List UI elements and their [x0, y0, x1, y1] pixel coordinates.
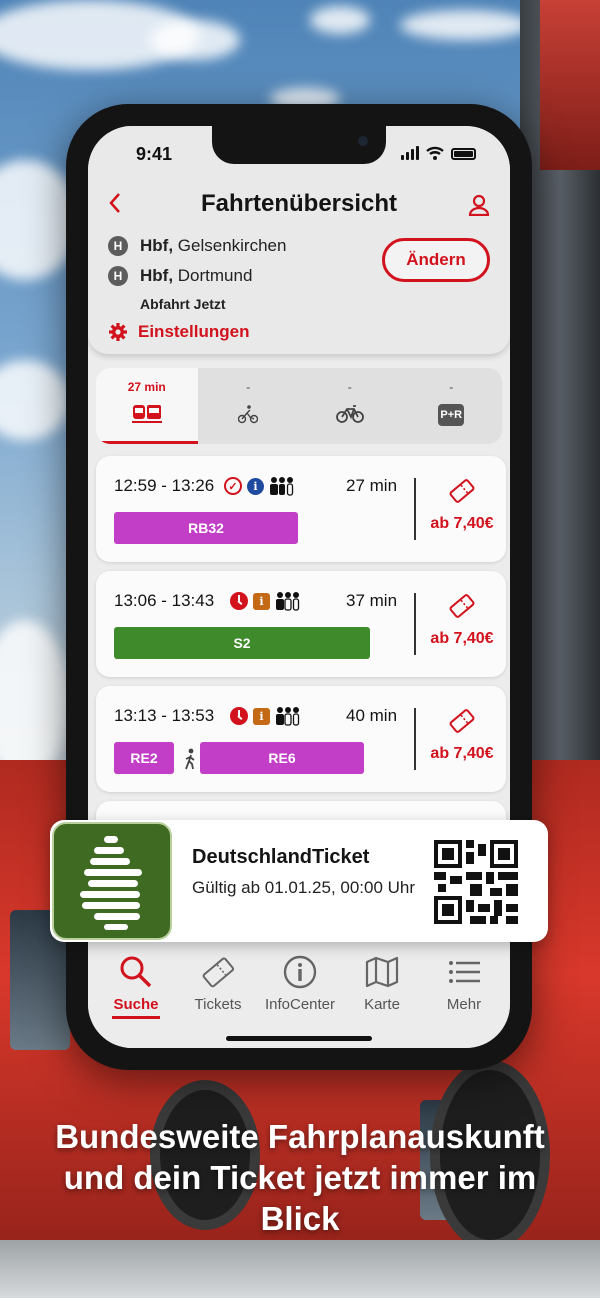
trip-card[interactable]: 13:06 - 13:43 i 37 min S2 ab 7,40€ — [96, 571, 506, 677]
ticket-icon — [449, 709, 475, 733]
trip-time: 13:06 - 13:43 — [114, 591, 215, 610]
cyclist-icon — [238, 405, 259, 424]
line-badge: S2 — [114, 627, 370, 659]
settings-label: Einstellungen — [138, 322, 250, 341]
mode-duration: 27 min — [127, 380, 166, 394]
deutschland-ticket-card[interactable]: DeutschlandTicket Gültig ab 01.01.25, 00… — [50, 820, 548, 942]
trip-card[interactable]: 13:13 - 13:53 i 40 min RE2 RE6 ab 7,40€ — [96, 686, 506, 792]
ticket-icon — [449, 479, 475, 503]
mode-duration: - — [347, 380, 352, 394]
on-time-check-icon: ✓ — [224, 477, 242, 495]
ticket-price-button[interactable]: ab 7,40€ — [418, 593, 506, 648]
divider — [414, 708, 416, 770]
status-icons — [401, 146, 476, 160]
info-icon: i — [253, 592, 270, 610]
trip-duration: 40 min — [346, 706, 398, 725]
user-profile-icon[interactable] — [468, 194, 490, 216]
mode-duration: - — [449, 380, 454, 394]
ticket-name: DeutschlandTicket — [192, 846, 370, 868]
tab-mehr[interactable]: Mehr — [424, 954, 504, 1013]
qr-code-icon — [434, 840, 518, 924]
tab-infocenter[interactable]: InfoCenter — [260, 954, 340, 1013]
mode-duration: - — [246, 380, 251, 394]
train-bus-icon — [131, 405, 162, 423]
status-time: 9:41 — [136, 144, 173, 164]
promo-headline: Bundesweite Fahrplan­auskunft und dein T… — [55, 1118, 545, 1237]
trip-price: ab 7,40€ — [430, 515, 494, 532]
stop-h-icon: H — [108, 236, 128, 256]
ticket-validity: Gültig ab 01.01.25, 00:00 Uhr — [192, 878, 416, 897]
departure-time: Abfahrt Jetzt — [140, 296, 226, 312]
change-button[interactable]: Ändern — [382, 238, 490, 282]
trip-duration: 27 min — [346, 476, 398, 495]
tab-suche[interactable]: Suche — [96, 954, 176, 1019]
map-icon — [365, 956, 399, 988]
trip-status-icons: i — [230, 706, 301, 726]
mode-tab-public-transport[interactable]: 27 min — [96, 368, 198, 444]
gear-icon — [109, 323, 127, 341]
ticket-price-button[interactable]: ab 7,40€ — [418, 708, 506, 763]
tab-label: Karte — [364, 996, 400, 1013]
info-icon: i — [253, 707, 270, 725]
line-badge: RB32 — [114, 512, 298, 544]
line-badge: RE2 — [114, 742, 174, 774]
origin-stop: H Hbf, Gelsenkirchen — [108, 236, 286, 256]
tab-label: Tickets — [194, 996, 242, 1013]
wifi-icon — [426, 146, 444, 160]
divider — [414, 478, 416, 540]
line-badge: RE6 — [200, 742, 364, 774]
menu-icon — [449, 961, 480, 983]
mode-tab-bicycle[interactable]: - — [299, 368, 401, 444]
stop-h-icon: H — [108, 266, 128, 286]
bottom-tab-bar: Suche Tickets InfoCenter Karte Mehr — [88, 944, 510, 1048]
trip-status-icons: ✓ i — [224, 476, 295, 496]
occupancy-icon — [276, 592, 300, 611]
background-road — [0, 1240, 600, 1298]
trip-time: 12:59 - 13:26 — [114, 476, 215, 495]
search-icon — [120, 956, 152, 988]
occupancy-icon — [276, 707, 300, 726]
mode-tab-park-and-ride[interactable]: - P+R — [401, 368, 503, 444]
battery-icon — [451, 148, 476, 160]
destination-station: Hbf, — [140, 266, 174, 285]
home-indicator — [226, 1036, 372, 1041]
occupancy-icon — [270, 477, 294, 496]
info-icon: i — [247, 477, 264, 495]
mode-tab-bike-ride[interactable]: - — [198, 368, 300, 444]
active-tab-indicator — [112, 1016, 160, 1019]
trip-time: 13:13 - 13:53 — [114, 706, 215, 725]
transport-mode-tabs: 27 min - - - P+R — [96, 368, 502, 444]
settings-link[interactable]: Einstellungen — [108, 322, 249, 342]
tab-tickets[interactable]: Tickets — [178, 954, 258, 1013]
deutschland-ticket-logo — [52, 822, 172, 940]
ticket-icon — [449, 594, 475, 618]
walking-icon — [185, 748, 195, 770]
trip-duration: 37 min — [346, 591, 398, 610]
delay-clock-icon — [230, 592, 248, 610]
tab-karte[interactable]: Karte — [342, 954, 422, 1013]
background-bus-right-roof — [540, 0, 600, 170]
divider — [414, 593, 416, 655]
trip-price: ab 7,40€ — [430, 630, 494, 647]
origin-station: Hbf, — [140, 236, 174, 255]
page-title: Fahrtenübersicht — [200, 190, 398, 217]
tab-label: Suche — [113, 996, 159, 1013]
trip-price: ab 7,40€ — [430, 745, 494, 762]
origin-city: Gelsenkirchen — [177, 236, 287, 255]
trip-card[interactable]: 12:59 - 13:26 ✓ i 27 min RB32 ab 7,40€ — [96, 456, 506, 562]
info-circle-icon — [283, 955, 317, 989]
ticket-icon — [202, 957, 235, 988]
germany-lines-icon — [80, 836, 142, 930]
park-ride-icon: P+R — [438, 404, 465, 426]
trip-status-icons: i — [230, 591, 301, 611]
notch — [212, 126, 386, 164]
cellular-signal-icon — [401, 146, 419, 160]
delay-clock-icon — [230, 707, 248, 725]
ticket-price-button[interactable]: ab 7,40€ — [418, 478, 506, 533]
destination-stop: H Hbf, Dortmund — [108, 266, 252, 286]
bicycle-icon — [335, 405, 364, 423]
tab-label: InfoCenter — [264, 996, 336, 1013]
destination-city: Dortmund — [177, 266, 253, 285]
tab-label: Mehr — [446, 996, 482, 1013]
